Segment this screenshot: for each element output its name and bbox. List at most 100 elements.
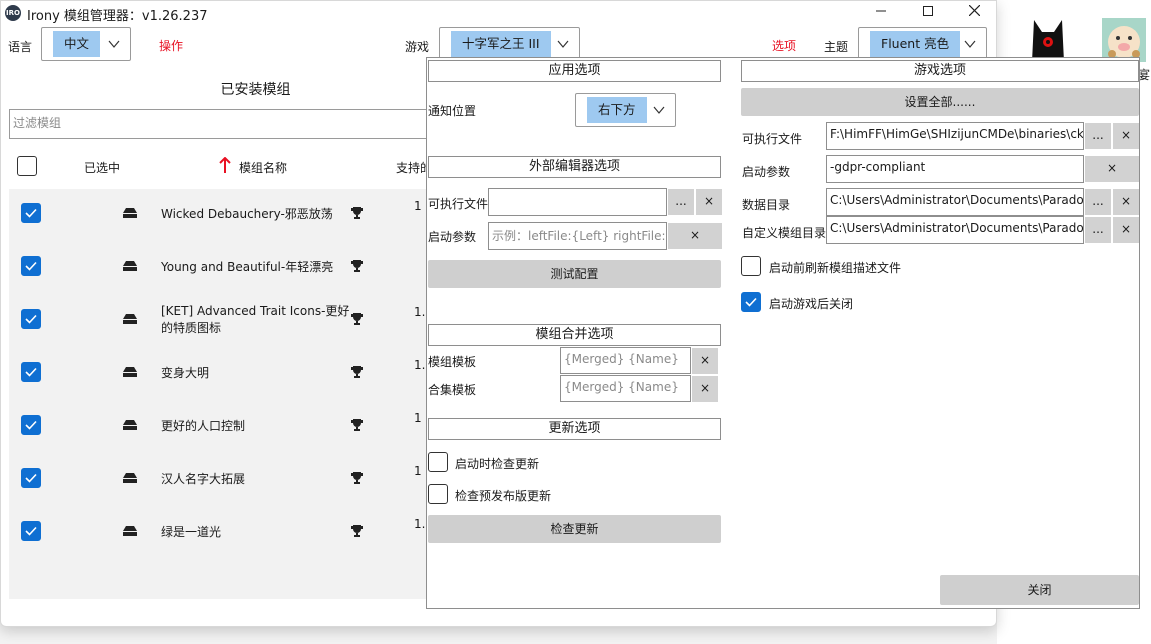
editor-exe-browse-button[interactable]: ... [668, 189, 694, 215]
game-args-clear-button[interactable]: × [1085, 156, 1139, 182]
notify-position-dropdown[interactable]: 右下方 [575, 93, 676, 127]
game-exe-input[interactable]: F:\HimFF\HimGe\SHIzijunCMDe\binaries\ck3… [826, 122, 1084, 150]
collection-template-label: 合集模板 [428, 383, 477, 397]
window-title: Irony 模组管理器：v1.26.237 [27, 9, 208, 24]
data-dir-input[interactable]: C:\Users\Administrator\Documents\Paradox… [826, 188, 1084, 216]
game-drive-icon [123, 261, 137, 271]
check-on-start-label: 启动时检查更新 [455, 457, 540, 471]
game-exe-clear-button[interactable]: × [1113, 123, 1139, 149]
update-options-header: 更新选项 [428, 418, 721, 440]
game-dropdown[interactable]: 十字军之王 III [439, 27, 580, 61]
achievement-icon [351, 472, 363, 484]
test-config-button[interactable]: 测试配置 [428, 260, 721, 288]
mod-template-label: 模组模板 [428, 355, 477, 369]
achievement-icon [351, 313, 363, 325]
mod-row[interactable]: 变身大明 1.1 [9, 348, 433, 401]
mod-checkbox[interactable] [21, 203, 41, 223]
game-drive-icon [123, 473, 137, 483]
refresh-descriptors-label: 启动前刷新模组描述文件 [769, 261, 902, 275]
game-exe-browse-button[interactable]: ... [1085, 123, 1111, 149]
theme-dropdown[interactable]: Fluent 亮色 [858, 27, 987, 61]
custom-mod-dir-input[interactable]: C:\Users\Administrator\Documents\Paradox… [826, 216, 1084, 244]
maximize-button[interactable] [905, 1, 951, 25]
mod-name: 绿是一道光 [161, 525, 222, 539]
column-header-name[interactable]: 模组名称 [239, 159, 287, 176]
mod-row[interactable]: 汉人名字大拓展 1 [9, 454, 429, 507]
actions-menu[interactable]: 操作 [159, 37, 183, 54]
mod-row[interactable]: 更好的人口控制 1 [9, 401, 429, 454]
check-update-button[interactable]: 检查更新 [428, 515, 721, 543]
mod-template-clear-button[interactable]: × [692, 348, 718, 374]
minimize-button[interactable] [858, 1, 904, 25]
custom-mod-dir-label: 自定义模组目录 [742, 226, 827, 240]
notify-position-label: 通知位置 [428, 104, 477, 118]
sort-arrow-up-icon[interactable] [219, 157, 231, 174]
pig-desktop-icon[interactable] [1102, 18, 1146, 62]
achievement-icon [351, 366, 363, 378]
options-dialog: 应用选项 通知位置 右下方 外部编辑器选项 可执行文件 ... × 启动参数 示… [426, 57, 1140, 609]
mod-checkbox[interactable] [21, 309, 41, 329]
mod-name: 汉人名字大拓展 [161, 472, 246, 486]
mod-name: Wicked Debauchery-邪恶放荡 [161, 207, 333, 221]
game-drive-icon [123, 420, 137, 430]
achievement-icon [351, 260, 363, 272]
close-after-launch-checkbox[interactable] [741, 292, 761, 312]
mod-filter-input[interactable]: 过滤模组 [9, 109, 439, 139]
custom-mod-dir-clear-button[interactable]: × [1113, 217, 1139, 243]
data-dir-browse-button[interactable]: ... [1085, 189, 1111, 215]
editor-options-header: 外部编辑器选项 [428, 156, 721, 178]
collection-template-clear-button[interactable]: × [692, 376, 718, 402]
close-dialog-button[interactable]: 关闭 [940, 575, 1139, 605]
editor-args-input[interactable]: 示例：leftFile:{Left} rightFile:{Right} [488, 222, 667, 250]
mod-template-input[interactable]: {Merged} {Name} [560, 347, 691, 374]
custom-mod-dir-browse-button[interactable]: ... [1085, 217, 1111, 243]
app-options-header: 应用选项 [428, 60, 721, 82]
cat-desktop-icon[interactable] [1030, 18, 1066, 62]
mod-row[interactable]: [KET] Advanced Trait Icons-更好的特质图标 1. [9, 295, 429, 348]
mod-checkbox[interactable] [21, 521, 41, 541]
game-label: 游戏 [405, 40, 430, 54]
set-all-button[interactable]: 设置全部...... [741, 88, 1139, 116]
mod-checkbox[interactable] [21, 468, 41, 488]
game-drive-icon [123, 526, 137, 536]
select-all-checkbox[interactable] [17, 156, 37, 176]
mod-name: 变身大明 [161, 366, 210, 380]
mod-checkbox[interactable] [21, 256, 41, 276]
achievement-icon [351, 207, 363, 219]
options-menu[interactable]: 选项 [772, 37, 796, 54]
close-window-button[interactable] [951, 1, 996, 25]
game-args-input[interactable]: -gdpr-compliant [826, 155, 1084, 183]
data-dir-clear-button[interactable]: × [1113, 189, 1139, 215]
editor-exe-label: 可执行文件 [428, 197, 489, 211]
title-bar[interactable]: IRO Irony 模组管理器：v1.26.237 [1, 1, 996, 25]
editor-args-label: 启动参数 [428, 230, 477, 244]
collection-template-input[interactable]: {Merged} {Name} [560, 375, 691, 402]
mod-name: [KET] Advanced Trait Icons-更好的特质图标 [161, 304, 350, 335]
achievement-icon [351, 525, 363, 537]
language-label: 语言 [8, 40, 33, 54]
chevron-down-icon [557, 40, 569, 48]
mod-checkbox[interactable] [21, 415, 41, 435]
editor-exe-input[interactable] [488, 188, 667, 216]
minimize-icon [876, 10, 886, 12]
language-selected: 中文 [53, 31, 101, 57]
check-prerelease-checkbox[interactable] [428, 484, 448, 504]
refresh-descriptors-checkbox[interactable] [741, 256, 761, 276]
mod-version: 1. [414, 305, 426, 319]
editor-args-clear-button[interactable]: × [668, 223, 722, 249]
check-on-start-checkbox[interactable] [428, 452, 448, 472]
merge-options-header: 模组合并选项 [428, 324, 721, 346]
mod-version: 1 [414, 411, 422, 425]
mod-row[interactable]: Young and Beautiful-年轻漂亮 [9, 242, 429, 295]
maximize-icon [923, 6, 933, 16]
mod-row[interactable]: 绿是一道光 1.1 [9, 507, 433, 560]
column-header-selected[interactable]: 已选中 [84, 159, 120, 176]
mod-version: 1 [414, 464, 422, 478]
game-drive-icon [123, 208, 137, 218]
mod-checkbox[interactable] [21, 362, 41, 382]
mod-row[interactable]: Wicked Debauchery-邪恶放荡 1 [9, 189, 429, 242]
theme-selected: Fluent 亮色 [870, 31, 961, 57]
theme-label: 主题 [824, 40, 849, 54]
editor-exe-clear-button[interactable]: × [696, 189, 722, 215]
language-dropdown[interactable]: 中文 [41, 27, 131, 61]
